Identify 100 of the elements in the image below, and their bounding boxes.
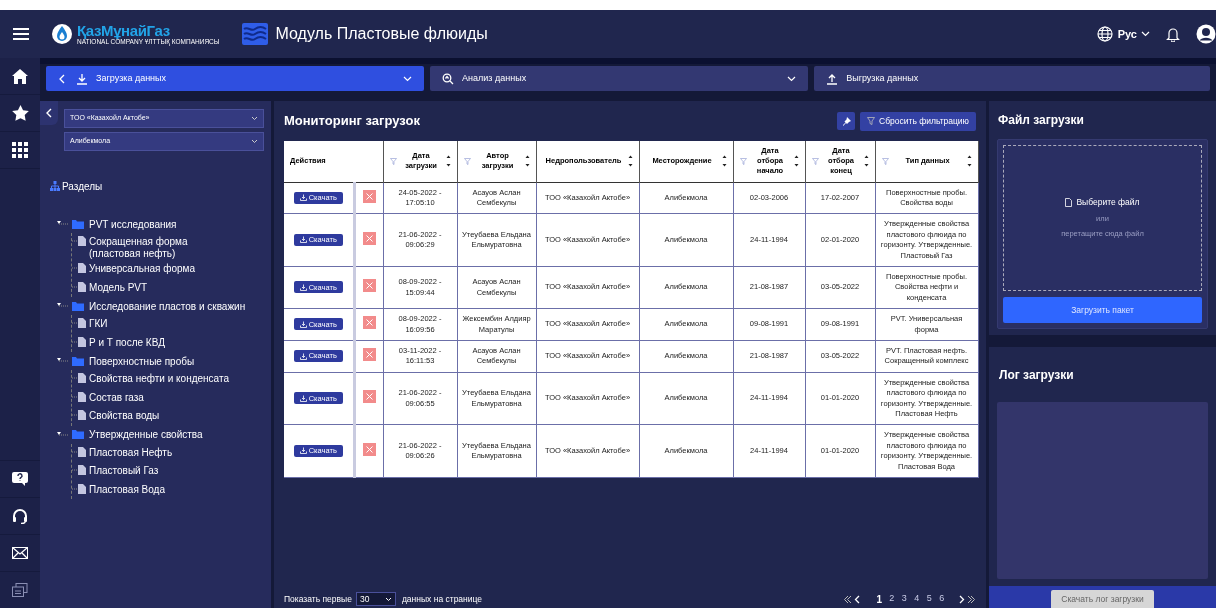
menu-icon[interactable] [13,27,29,41]
sort-icon[interactable] [966,155,972,168]
caret-down-icon[interactable] [57,357,69,365]
page-size-suffix: данных на странице [401,592,483,606]
home-icon[interactable] [12,68,28,84]
drop-logo-icon [51,23,73,45]
chevron-left-icon [46,108,52,118]
mail-icon[interactable] [12,547,28,559]
tree-folder-item[interactable]: Утвержденные свойства [89,427,203,442]
file-icon [72,373,86,383]
file-icon [72,263,86,273]
sort-icon[interactable] [863,155,869,168]
star-icon[interactable] [11,105,29,121]
file-icon [72,410,86,420]
download-icon [299,236,307,244]
next-page-icon[interactable] [958,594,976,604]
windows-icon[interactable] [12,583,28,597]
upload-icon [826,72,839,85]
module-title: Модуль Пластовые флюиды [275,24,488,44]
caret-down-icon[interactable] [57,220,69,228]
logo-text: ҚазМұнайГаз [77,22,171,38]
tree-leaf-item[interactable]: ГКИ [89,318,239,330]
chevron-down-icon [251,139,258,144]
caret-down-icon[interactable] [57,302,69,310]
sitemap-icon [50,181,60,192]
sort-icon[interactable] [445,155,451,168]
file-icon [72,336,86,347]
file-icon [1065,198,1073,208]
panel-title: Файл загрузки [997,112,1085,129]
chevron-down-icon [1141,31,1150,37]
tree-leaf-item[interactable]: Свойства нефти и конденсата [89,373,239,385]
panel-title: Мониторинг загрузок [284,112,420,131]
nav-tab[interactable]: Анализ данных [430,66,809,91]
filter-icon [867,117,876,125]
tree-folder-item[interactable]: Поверхностные пробы [89,353,195,369]
tree-folder-item[interactable]: PVT исследования [89,216,177,232]
folder-icon [72,430,84,439]
tree-leaf-item[interactable]: Свойства воды [89,410,239,422]
tree-leaf-item[interactable]: Пластовый Газ [89,465,239,477]
tree-folder-item[interactable]: Исследование пластов и скважин [89,298,246,314]
globe-icon [1096,26,1113,42]
page-link[interactable]: 3 [898,592,911,606]
help-icon[interactable] [12,472,28,486]
nav-tab[interactable]: Выгрузка данных [814,66,1210,91]
tree-leaf-item[interactable]: Сокращенная форма (пластовая нефть) [89,236,239,260]
file-icon [72,318,86,328]
previous-page-icon[interactable] [843,594,861,604]
page-size-label: Показать первые [284,592,352,606]
caret-down-icon[interactable] [57,430,69,439]
sort-icon[interactable] [793,155,799,168]
file-icon [72,483,86,494]
download-icon [299,352,307,360]
page-link[interactable]: 5 [923,592,936,606]
download-icon [299,320,307,328]
chevron-down-icon [787,75,797,82]
folder-icon [72,219,84,229]
nav-tab[interactable]: Загрузка данных [46,66,425,91]
download-icon [299,394,307,402]
tree-leaf-item[interactable]: Пластовая Вода [89,483,239,496]
page-link[interactable]: 2 [885,592,898,606]
waves-logo-icon [241,23,268,45]
back-chevron-icon [58,73,65,84]
user-avatar-icon[interactable] [1196,24,1216,44]
tree-leaf-item[interactable]: Универсальная форма [89,263,239,275]
sort-icon[interactable] [524,155,530,168]
tree-leaf-item[interactable]: Р и Т после КВД [89,336,239,349]
choose-file-text[interactable]: Выберите файл [1076,196,1140,210]
reset-filter-button[interactable]: Сбросить фильтрацию [860,111,976,131]
tree-leaf-item[interactable]: Состав газа [89,391,239,404]
language-dropdown[interactable]: Рус [1117,25,1150,43]
apps-grid-icon[interactable] [12,142,28,158]
tree-leaf-item[interactable]: Пластовая Нефть [89,446,239,459]
upload-button[interactable]: Загрузить пакет [1003,297,1202,323]
file-icon [72,391,86,402]
chevron-down-icon [251,116,258,121]
pin-button[interactable] [837,112,856,130]
collapse-button[interactable] [40,101,58,125]
folder-icon [72,301,84,311]
download-icon [76,72,88,85]
page-size-dropdown[interactable]: 30 [355,592,396,606]
page-link[interactable]: 6 [935,592,948,606]
sort-icon[interactable] [721,155,727,168]
tree-leaf-item[interactable]: Модель PVT [89,281,239,294]
pin-icon [841,116,851,126]
page-link[interactable]: 4 [910,592,923,606]
panel-title: Лог загрузки [998,366,1075,384]
sort-icon[interactable] [627,155,633,168]
page-link[interactable]: 1 [873,591,886,607]
download-log-button[interactable]: Скачать лог загрузки [1051,590,1154,608]
headset-icon[interactable] [12,508,28,524]
download-icon [299,194,307,202]
bell-icon[interactable] [1166,26,1180,42]
file-icon [72,465,86,475]
file-icon [72,281,86,292]
download-icon [299,447,307,455]
search-icon [442,72,455,85]
chevron-down-icon [403,75,413,82]
file-icon [72,236,86,246]
download-icon [299,283,307,291]
file-icon [72,446,86,457]
